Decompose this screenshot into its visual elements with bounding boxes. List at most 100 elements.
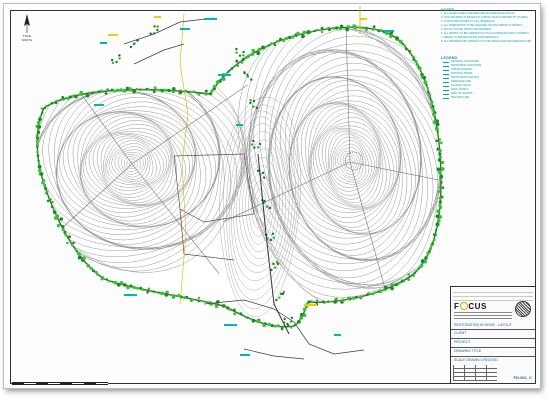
tree-symbol	[264, 45, 267, 48]
tree-symbol	[424, 256, 428, 260]
tree-symbol	[246, 54, 251, 58]
tree-symbol	[152, 290, 155, 293]
tree-symbol	[52, 210, 57, 215]
tree-symbol	[184, 89, 187, 92]
tree-symbol	[36, 154, 40, 157]
tree-symbol	[262, 176, 266, 179]
tree-symbol	[191, 298, 194, 301]
tree-symbol	[108, 280, 111, 283]
tree-symbol	[302, 307, 307, 311]
annotation-tag	[334, 334, 341, 336]
tree-symbol	[296, 31, 300, 36]
note-item: 8. ALL PROPRIETARY PRODUCTS TO BE INSTAL…	[441, 40, 531, 43]
tree-symbol	[68, 235, 71, 239]
tree-symbol	[437, 170, 442, 175]
annotation-tag	[360, 18, 367, 20]
tree-symbol	[164, 88, 168, 92]
tree-symbol	[74, 248, 77, 251]
tree-symbol	[156, 28, 159, 32]
tree-symbol	[238, 54, 242, 57]
tree-symbol	[438, 196, 442, 200]
tree-symbol	[275, 298, 278, 302]
tree-symbol	[390, 282, 394, 287]
tree-symbol	[38, 117, 42, 122]
tree-symbol	[37, 162, 41, 165]
tree-symbol	[426, 251, 430, 256]
tree-symbol	[250, 78, 253, 81]
tree-symbol	[407, 278, 411, 281]
tree-symbol	[36, 130, 41, 135]
tree-symbol	[172, 87, 176, 91]
tree-symbol	[39, 172, 44, 176]
tree-symbol	[419, 263, 424, 268]
tree-symbol	[280, 327, 284, 331]
tree-symbol	[75, 250, 78, 253]
tree-symbol	[204, 89, 208, 93]
tree-symbol	[365, 28, 368, 32]
tree-symbol	[236, 64, 240, 68]
tree-symbol	[332, 26, 336, 30]
tree-symbol	[160, 291, 165, 296]
tree-symbol	[389, 34, 393, 39]
tree-symbol	[242, 54, 245, 57]
tree-symbol	[432, 238, 436, 242]
tree-symbol	[250, 143, 254, 146]
tree-symbol	[204, 92, 208, 96]
tree-symbol	[438, 205, 443, 210]
title-block: F CUS RESTORATION SCHEME - LAYOUT CLIENT …	[450, 286, 535, 383]
annotation-tag	[154, 16, 161, 18]
tree-symbol	[74, 94, 78, 99]
tree-symbol	[430, 102, 434, 106]
tree-symbol	[413, 272, 416, 275]
tree-symbol	[416, 269, 419, 272]
tree-symbol	[55, 214, 60, 219]
tree-symbol	[221, 304, 226, 308]
tree-symbol	[156, 25, 159, 28]
tree-symbol	[160, 88, 164, 93]
tree-symbol	[126, 286, 130, 290]
tree-symbol	[232, 308, 236, 312]
tree-symbol	[257, 47, 262, 52]
tree-symbol	[63, 230, 67, 234]
tree-symbol	[56, 223, 61, 228]
annotation-tag	[218, 74, 231, 76]
tree-symbol	[253, 146, 256, 149]
tree-symbol	[299, 316, 304, 320]
tree-symbol	[59, 217, 64, 221]
tree-symbol	[152, 90, 156, 94]
tree-symbol	[183, 296, 186, 300]
tree-symbol	[437, 158, 442, 162]
tree-symbol	[255, 106, 259, 110]
tree-symbol	[139, 286, 143, 290]
tree-symbol	[401, 42, 404, 45]
tree-symbol	[360, 26, 364, 29]
tree-symbol	[256, 51, 261, 55]
tree-symbol	[377, 290, 380, 293]
tree-symbol	[295, 322, 298, 325]
tree-symbol	[394, 283, 398, 287]
tree-symbol	[353, 25, 358, 30]
tree-symbol	[153, 25, 156, 28]
tree-symbol	[439, 178, 443, 181]
tree-symbol	[158, 291, 161, 294]
tree-symbol	[147, 287, 151, 291]
tree-symbol	[286, 322, 289, 326]
company-address	[454, 312, 512, 321]
tree-symbol	[423, 80, 428, 85]
tree-symbol	[346, 296, 351, 300]
tree-symbol	[440, 141, 443, 145]
title-block-row: CLIENT	[451, 329, 535, 338]
tree-symbol	[428, 93, 431, 97]
tree-symbol	[215, 80, 220, 85]
tree-symbol	[48, 103, 51, 107]
tree-symbol	[110, 58, 114, 62]
tree-symbol	[118, 54, 121, 57]
tree-symbol	[441, 186, 445, 189]
accreditation-seal-icon	[515, 301, 531, 317]
tree-symbol	[276, 324, 280, 328]
tree-symbol	[379, 28, 383, 33]
tree-symbol	[341, 298, 345, 303]
annotation-tag	[236, 124, 243, 126]
annotation-tag	[224, 324, 237, 326]
tree-symbol	[139, 88, 142, 91]
